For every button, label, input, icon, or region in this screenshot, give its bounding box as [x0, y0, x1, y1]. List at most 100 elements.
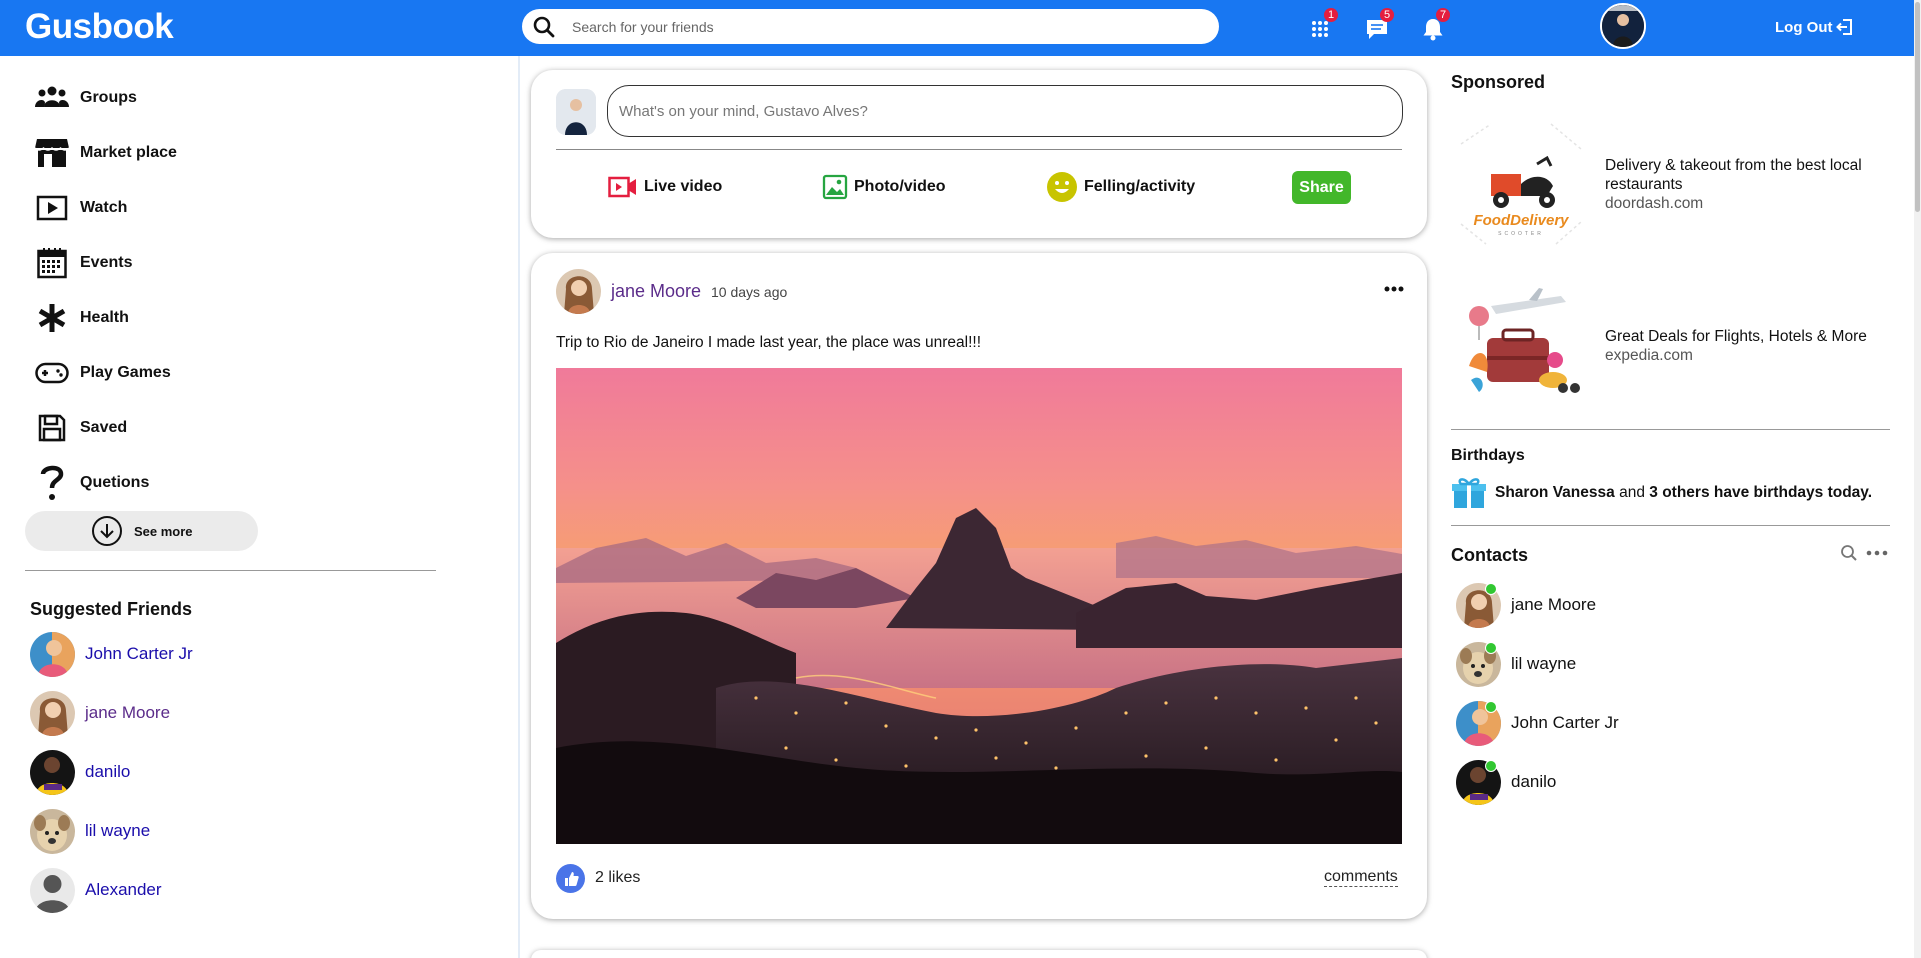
question-icon: [35, 465, 69, 500]
ad-text: Great Deals for Flights, Hotels & More e…: [1605, 327, 1895, 365]
apps-menu-button[interactable]: 1: [1306, 8, 1338, 44]
sidebar-item-events[interactable]: Events: [35, 243, 132, 283]
sidebar-item-label: Quetions: [80, 474, 150, 491]
apps-badge: 1: [1324, 8, 1338, 22]
likes-count: 2 likes: [595, 869, 641, 886]
online-status-dot: [1485, 641, 1497, 654]
ad-logo-subtext: SCOOTER: [1498, 231, 1544, 237]
search-input[interactable]: [572, 9, 1192, 44]
friend-avatar: [30, 631, 75, 677]
post-options-icon[interactable]: [1384, 280, 1404, 298]
column-divider: [518, 56, 520, 958]
play-icon: [35, 191, 69, 225]
feed-post: jane Moore 10 days ago Trip to Rio de Ja…: [531, 253, 1427, 919]
sidebar-item-market-place[interactable]: Market place: [35, 133, 177, 173]
ad-headline: Delivery & takeout from the best local r…: [1605, 156, 1862, 193]
contact-name: jane Moore: [1511, 595, 1597, 614]
ad-domain: expedia.com: [1605, 347, 1693, 364]
sidebar-item-label: Watch: [80, 199, 128, 216]
image-icon: [822, 174, 848, 200]
see-more-button[interactable]: See more: [25, 511, 258, 551]
sidebar-item-watch[interactable]: Watch: [35, 188, 127, 228]
sponsored-title: Sponsored: [1451, 72, 1546, 92]
online-status-dot: [1485, 700, 1497, 713]
post-author-avatar[interactable]: [556, 269, 601, 314]
contacts-title: Contacts: [1451, 545, 1529, 565]
post-photo[interactable]: [556, 368, 1402, 844]
notifications-button[interactable]: 7: [1418, 8, 1450, 44]
birthday-notice[interactable]: Sharon Vanessa and 3 others have birthda…: [1451, 476, 1872, 510]
page-scrollbar[interactable]: [1914, 0, 1921, 958]
friend-name: jane Moore: [85, 703, 171, 722]
logout-button[interactable]: Log Out: [1775, 17, 1855, 37]
profile-avatar[interactable]: [1600, 3, 1646, 49]
messages-badge: 5: [1380, 8, 1394, 22]
friend-name: lil wayne: [85, 821, 151, 840]
store-icon: [35, 136, 69, 170]
messages-button[interactable]: 5: [1362, 8, 1394, 44]
suggested-friend-danilo[interactable]: danilo: [30, 749, 130, 795]
gamepad-icon: [35, 356, 69, 390]
asterisk-icon: [35, 301, 69, 335]
right-divider: [1451, 525, 1890, 526]
contacts-search-icon[interactable]: [1840, 544, 1858, 567]
logout-icon: [1836, 19, 1853, 35]
contact-danilo[interactable]: danilo: [1456, 759, 1556, 805]
search-bar: [522, 9, 1219, 44]
post-author-name[interactable]: jane Moore: [611, 281, 701, 302]
contact-jane-moore[interactable]: jane Moore: [1456, 582, 1596, 628]
top-navbar: Gusbook 1 5 7: [0, 0, 1921, 56]
contacts-options-icon[interactable]: [1866, 544, 1888, 567]
ad-image: FoodDelivery SCOOTER: [1451, 114, 1591, 254]
sponsored-ad-doordash[interactable]: FoodDelivery SCOOTER Delivery & takeout …: [1451, 114, 1895, 254]
birthdays-title: Birthdays: [1451, 447, 1525, 464]
post-timestamp: 10 days ago: [711, 284, 788, 300]
contact-john-carter-jr[interactable]: John Carter Jr: [1456, 700, 1619, 746]
post-composer: Live video Photo/video Felling/activity …: [531, 70, 1427, 238]
logout-label: Log Out: [1775, 18, 1833, 36]
sidebar-item-label: Saved: [80, 419, 128, 436]
birthday-text: Sharon Vanessa and 3 others have birthda…: [1495, 484, 1872, 502]
birthday-rest: 3 others have birthdays today.: [1649, 484, 1873, 501]
suggested-friend-lil-wayne[interactable]: lil wayne: [30, 808, 150, 854]
scrollbar-thumb[interactable]: [1915, 2, 1920, 212]
notifications-badge: 7: [1436, 8, 1450, 22]
share-button[interactable]: Share: [1292, 171, 1351, 204]
sponsored-ad-expedia[interactable]: Great Deals for Flights, Hotels & More e…: [1451, 276, 1895, 416]
ad-domain: doordash.com: [1605, 194, 1704, 212]
friend-name: Alexander: [85, 880, 162, 899]
ad-image: [1451, 276, 1591, 416]
birthday-name: Sharon Vanessa: [1495, 484, 1615, 501]
suggested-friends-title: Suggested Friends: [30, 599, 193, 619]
groups-icon: [35, 81, 69, 115]
suggested-friend-alexander[interactable]: Alexander: [30, 867, 162, 913]
contact-lil-wayne[interactable]: lil wayne: [1456, 641, 1576, 687]
sidebar-item-label: Events: [80, 254, 133, 271]
sidebar-item-label: Market place: [80, 144, 177, 161]
ad-logo-text: FoodDelivery: [1473, 212, 1569, 229]
friend-avatar: [30, 867, 75, 913]
photo-video-button[interactable]: Photo/video: [822, 169, 946, 205]
see-more-label: See more: [134, 523, 193, 539]
gift-icon: [1452, 478, 1486, 508]
live-video-label: Live video: [644, 178, 723, 195]
photo-video-label: Photo/video: [854, 178, 946, 195]
calendar-icon: [35, 246, 69, 280]
comments-link[interactable]: comments: [1324, 868, 1398, 887]
like-icon[interactable]: [556, 864, 585, 893]
sidebar-item-play-games[interactable]: Play Games: [35, 353, 171, 393]
next-feed-post: [531, 950, 1427, 958]
sidebar-item-groups[interactable]: Groups: [35, 78, 137, 118]
sidebar-item-label: Groups: [80, 89, 137, 106]
live-video-button[interactable]: Live video: [608, 169, 722, 205]
online-status-dot: [1485, 759, 1497, 772]
sidebar-item-questions[interactable]: Quetions: [35, 463, 149, 503]
suggested-friend-john-carter-jr[interactable]: John Carter Jr: [30, 631, 193, 677]
composer-input[interactable]: [607, 85, 1403, 137]
sidebar-item-saved[interactable]: Saved: [35, 408, 127, 448]
suggested-friend-jane-moore[interactable]: jane Moore: [30, 690, 170, 736]
feeling-activity-button[interactable]: Felling/activity: [1046, 169, 1195, 205]
app-logo[interactable]: Gusbook: [25, 7, 174, 47]
arrow-down-circle-icon: [92, 516, 122, 546]
sidebar-item-health[interactable]: Health: [35, 298, 129, 338]
